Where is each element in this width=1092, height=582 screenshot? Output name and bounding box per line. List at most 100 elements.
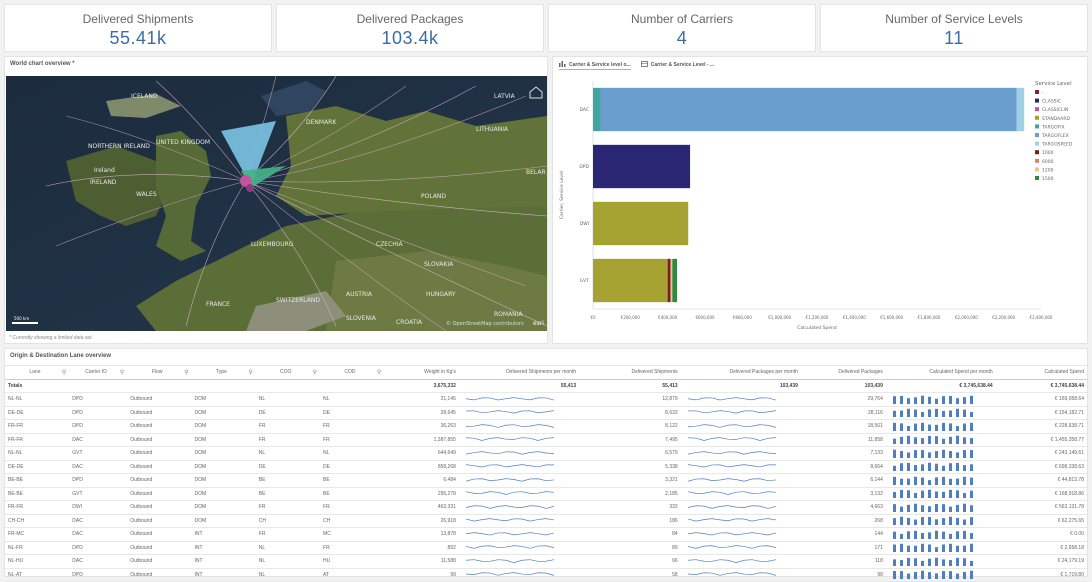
cell-pack-pm [680,527,801,542]
kpi-number-of-service-levels[interactable]: Number of Service Levels 11 [820,4,1088,52]
cell-type: DOM [191,446,256,461]
table-row[interactable]: NL-AT DPD Outbound INT NL AT 99 58 98 € 1,719.80 [5,568,1087,582]
cell-ship: 186 [579,514,681,528]
cell-flow: Outbound [127,487,192,501]
kpi-title: Delivered Packages [356,12,464,26]
table-row[interactable]: DE-DE DAC Outbound DOM DE DE 858,268 5,338 8,664… [5,460,1087,474]
cell-type: INT [191,541,256,555]
cell-type: DOM [191,433,256,447]
map-label-denmark: DENMARK [306,119,337,126]
column-header[interactable]: Calculated Spend per month [885,365,996,380]
kpi-value: 4 [676,28,688,48]
bar-dac-targofix[interactable] [593,87,601,132]
kpi-number-of-carriers[interactable]: Number of Carriers 4 [548,4,816,52]
sparkline [687,505,776,509]
table-row[interactable]: BE-BE DPD Outbound DOM BE BE 6,484 3,321 6,144 € … [5,473,1087,488]
table-row[interactable]: BE-BE GVT Outbound DOM BE BE 295,278 2,185 3,132… [5,487,1087,501]
y-tick-label: GVT [580,278,590,284]
table-row[interactable]: NL-NL DPD Outbound DOM NL NL 21,145 12,879 29,76… [5,392,1087,407]
bar-dac-targospeed[interactable] [1016,87,1025,132]
cell-spend: € 1,719.80 [995,568,1087,582]
cell-spend-pm [885,473,996,488]
legend-label: - [1042,91,1044,96]
table-row[interactable]: FR-MC DAC Outbound INT FR MC 13,878 84 144 € 0.00 [5,527,1087,542]
origin-hub-secondary[interactable] [246,184,254,192]
kpi-delivered-shipments[interactable]: Delivered Shipments 55.41k [4,4,272,52]
map-label-france: FRANCE [206,301,230,308]
map-footnote: * Currently showing a limited data set. [9,335,93,341]
bar-dwi-standaard[interactable] [593,201,689,246]
column-header[interactable]: Flow ⚲ [127,365,192,380]
cell-lane: NL-FR [5,541,70,555]
kpi-delivered-packages[interactable]: Delivered Packages 103.4k [276,4,544,52]
bar-dac-targoflex[interactable] [600,87,1017,132]
cell-ship-pm [458,514,580,528]
map-label-ireland: IRELAND [90,179,117,186]
map-label-czechia: CZECHIA [376,241,404,248]
cell-lane: FR-FR [5,500,70,515]
column-header[interactable]: Type ⚲ [191,365,256,380]
map-canvas[interactable]: ICELAND UNITED KINGDOM NORTHERN IRELAND … [6,76,547,331]
table-row[interactable]: FR-FR DWI Outbound DOM FR FR 463,331 332 4,663 € … [5,500,1087,515]
cell-spend-pm [885,514,996,528]
sparkbar [892,489,973,499]
table-row[interactable]: DE-DE DPD Outbound DOM DE DE 28,645 8,632 28,116… [5,406,1087,420]
cell-spend: € 698,338.63 [995,460,1087,474]
bar-gvt-standaard[interactable] [593,258,668,303]
cell-pack: 3,132 [800,487,886,501]
bar-gvt-1500[interactable] [672,258,677,303]
map-label-poland: POLAND [421,193,446,200]
search-icon[interactable]: ⚲ [120,369,124,376]
sparkbar [892,503,973,512]
column-header[interactable]: Delivered Packages per month [680,365,801,380]
column-header[interactable]: Delivered Shipments per month [458,365,580,380]
column-header[interactable]: Weight in Kg's [384,365,459,380]
table-row[interactable]: FR-FR DAC Outbound DOM FR FR 1,387,855 7,495 11,… [5,433,1087,447]
bar-gvt-1200[interactable] [670,258,673,303]
legend-label: TARGOFLEX [1041,133,1069,139]
cell-spend: € 154,182.71 [995,406,1087,420]
table-row[interactable]: NL-HU DAC Outbound INT NL HU 11,588 66 118 € 24,1… [5,554,1087,569]
sparkline [687,572,776,576]
table-body: Totals 3,675,332 55,413 55,413 103,439 1… [5,379,1087,582]
column-header[interactable]: Delivered Packages [800,365,886,380]
bar-chart[interactable]: €0 €200,000 €400,000 €600,000 €800,000 €1,000… [553,73,1087,343]
tab-table[interactable]: Carrier & Service Level - ... [640,60,714,70]
column-header[interactable]: COO ⚲ [255,365,321,380]
cell-type: INT [191,527,256,542]
cell-ship: 12,879 [579,392,681,407]
cell-spend-pm [885,568,996,582]
column-header[interactable]: COD ⚲ [320,365,385,380]
cell-carrier: DWI [69,500,128,515]
search-icon[interactable]: ⚲ [248,369,252,376]
cell-lane: CH-CH [5,514,70,528]
search-icon[interactable]: ⚲ [62,369,66,376]
tab-bar-chart[interactable]: Carrier & Service level o... [559,60,631,70]
legend-swatch [1035,150,1039,155]
table-row[interactable]: FR-FR DPD Outbound DOM FR FR 36,263 8,122 18,561… [5,419,1087,434]
column-header[interactable]: Delivered Shipments [579,365,681,380]
cell-cod: HU [320,554,385,569]
map-label-iceland: ICELAND [131,93,158,100]
cell-type: DOM [191,419,256,434]
search-icon[interactable]: ⚲ [184,369,188,376]
search-icon[interactable]: ⚲ [313,369,317,376]
bar-dpd-classic[interactable] [593,144,691,189]
bar-gvt-1000[interactable] [667,258,671,303]
cell-cod: DE [320,460,385,474]
cell-flow: Outbound [127,419,192,434]
table-row[interactable]: NL-FR DPD Outbound INT NL FR 892 89 171 € 2,658.1… [5,541,1087,555]
table-row[interactable]: CH-CH DAC Outbound DOM CH CH 26,918 186 268 € 62,… [5,514,1087,528]
column-header[interactable]: Calculated Spend [995,365,1087,380]
sparkline [465,572,554,576]
search-icon[interactable]: ⚲ [377,369,381,376]
column-header[interactable]: Carrier ID ⚲ [69,365,128,380]
x-tick-label: €1,000,000 [768,315,791,320]
cell-ship: 6,579 [579,446,681,461]
cell-cod: MC [320,527,385,542]
world-map[interactable]: ICELAND UNITED KINGDOM NORTHERN IRELAND … [6,76,547,331]
cell-pack: 8,664 [800,460,886,474]
legend-label: 1200 [1042,167,1054,173]
column-header[interactable]: Lane ⚲ [5,365,70,380]
table-row[interactable]: NL-NL GVT Outbound DOM NL NL 644,649 6,579 7,133… [5,446,1087,461]
